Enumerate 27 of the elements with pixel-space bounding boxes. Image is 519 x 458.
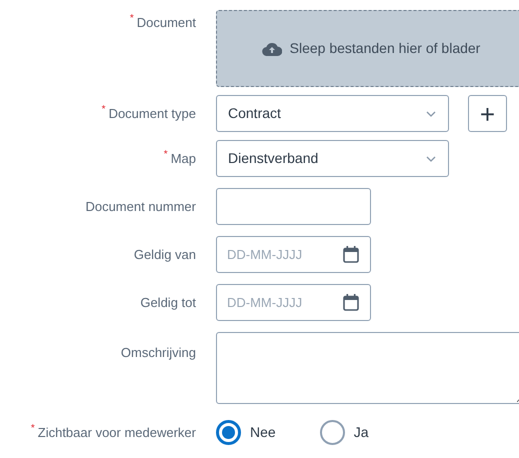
select-value: Contract: [228, 104, 281, 123]
field-label: Document nummer: [85, 198, 196, 214]
field-label: * Document type: [102, 106, 196, 120]
add-button[interactable]: +: [468, 95, 507, 132]
chevron-down-icon: [425, 110, 437, 118]
field-label: Geldig van: [134, 246, 196, 262]
cloud-upload-icon: [262, 42, 282, 56]
date-field[interactable]: DD-MM-JJJJ: [216, 284, 371, 321]
chevron-down-icon: [425, 154, 437, 162]
date-field[interactable]: DD-MM-JJJJ: [216, 236, 371, 273]
date-input[interactable]: DD-MM-JJJJ: [227, 244, 327, 264]
description-field[interactable]: [216, 332, 519, 404]
select-value: Dienstverband: [228, 149, 318, 168]
calendar-icon: [343, 294, 359, 311]
file-dropzone[interactable]: Sleep bestanden hier of blader: [216, 10, 519, 87]
radio-option[interactable]: Ja: [320, 420, 368, 445]
field-label: * Document: [130, 15, 196, 30]
field-label: * Map: [164, 150, 196, 166]
select-field[interactable]: Contract: [216, 95, 449, 132]
date-input[interactable]: DD-MM-JJJJ: [227, 292, 327, 312]
text-field[interactable]: [216, 188, 371, 225]
select-field[interactable]: Dienstverband: [216, 140, 449, 177]
field-label: * Zichtbaar voor medewerker: [30, 424, 196, 440]
field-label: Omschrijving: [120, 345, 196, 360]
field-label: Geldig tot: [140, 294, 196, 310]
calendar-icon: [343, 246, 359, 263]
radio-option[interactable]: Nee: [216, 420, 276, 445]
